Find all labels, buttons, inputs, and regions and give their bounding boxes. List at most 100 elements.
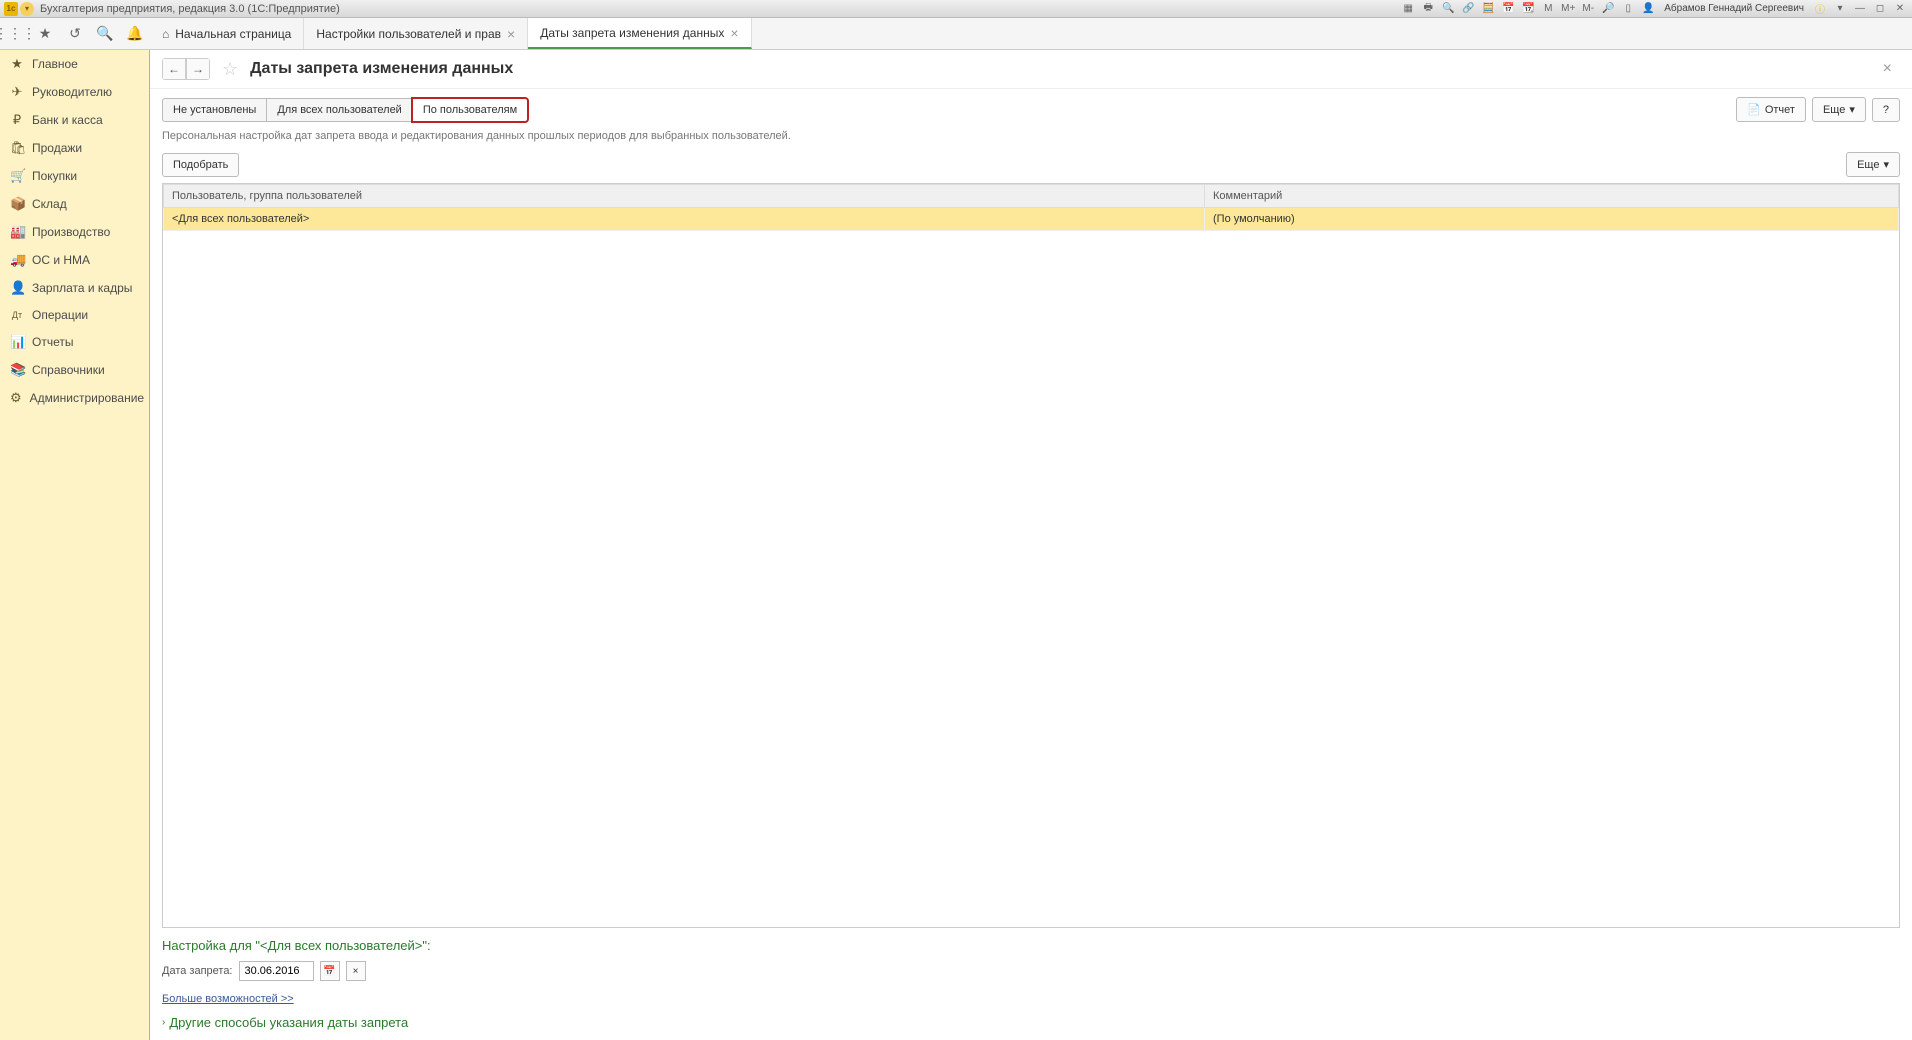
expand-other-methods[interactable]: › Другие способы указания даты запрета	[162, 1015, 1900, 1030]
back-button[interactable]: ←	[162, 58, 186, 80]
sidebar-item-purchases[interactable]: 🛒Покупки	[0, 162, 149, 190]
more-options-link[interactable]: Больше возможностей >>	[162, 993, 294, 1005]
apps-grid-icon[interactable]: ⋮⋮⋮	[0, 18, 30, 49]
more-label: Еще	[1857, 159, 1879, 171]
date-row: Дата запрета: 📅 ×	[162, 961, 1900, 981]
sidebar-item-references[interactable]: 📚Справочники	[0, 356, 149, 384]
tab-bar: ⌂ Начальная страница Настройки пользоват…	[150, 18, 1912, 49]
content-area: ← → ☆ Даты запрета изменения данных × Не…	[150, 50, 1912, 1040]
main-toolbar: ⋮⋮⋮ ★ ↺ 🔍 🔔 ⌂ Начальная страница Настрой…	[0, 18, 1912, 50]
sidebar-label: Отчеты	[32, 335, 73, 349]
titlebar: 1c ▾ Бухгалтерия предприятия, редакция 3…	[0, 0, 1912, 18]
col-header-comment[interactable]: Комментарий	[1205, 185, 1899, 208]
sidebar-item-production[interactable]: 🏭Производство	[0, 218, 149, 246]
sidebar-label: ОС и НМА	[32, 253, 90, 267]
notifications-icon[interactable]: 🔔	[120, 18, 150, 49]
sidebar-item-reports[interactable]: 📊Отчеты	[0, 328, 149, 356]
grid-icon[interactable]: ▦	[1400, 2, 1416, 16]
forward-button[interactable]: →	[186, 58, 210, 80]
sidebar-item-operations[interactable]: ДтОперации	[0, 302, 149, 328]
tab-label: Даты запрета изменения данных	[540, 26, 724, 40]
calendar2-icon[interactable]: 📆	[1520, 2, 1536, 16]
sidebar-item-assets[interactable]: 🚚 ОС и НМА	[0, 246, 149, 274]
sidebar-item-manager[interactable]: ✈ Руководителю	[0, 78, 149, 106]
book-icon: 📚	[10, 362, 24, 378]
sidebar-item-salary[interactable]: 👤Зарплата и кадры	[0, 274, 149, 302]
tab-dates-lock[interactable]: Даты запрета изменения данных ×	[528, 18, 751, 49]
person-icon: 👤	[10, 280, 24, 296]
ruble-icon: ₽	[10, 112, 24, 128]
tab-close-icon[interactable]: ×	[507, 26, 515, 42]
sidebar-label: Склад	[32, 197, 67, 211]
star-icon: ★	[10, 56, 24, 72]
sidebar-label: Операции	[32, 308, 88, 322]
link-icon[interactable]: 🔗	[1460, 2, 1476, 16]
tab-label: Настройки пользователей и прав	[316, 27, 501, 41]
sidebar-label: Руководителю	[32, 85, 112, 99]
chevron-down-icon: ▾	[1883, 158, 1889, 171]
mode-button-group: Не установлены Для всех пользователей По…	[162, 98, 528, 122]
sidebar-item-warehouse[interactable]: 📦Склад	[0, 190, 149, 218]
col-header-user[interactable]: Пользователь, группа пользователей	[164, 185, 1205, 208]
sidebar-label: Администрирование	[30, 391, 144, 405]
plane-icon: ✈	[10, 84, 24, 100]
expand-label: Другие способы указания даты запрета	[169, 1015, 408, 1030]
close-page-icon[interactable]: ×	[1875, 60, 1900, 78]
app-title: Бухгалтерия предприятия, редакция 3.0 (1…	[40, 3, 1400, 15]
panel-icon[interactable]: ▯	[1620, 2, 1636, 16]
favorite-toggle-icon[interactable]: ☆	[218, 59, 242, 80]
tab-home[interactable]: ⌂ Начальная страница	[150, 18, 304, 49]
chevron-right-icon: ›	[162, 1017, 165, 1028]
user-icon: 👤	[1640, 2, 1656, 16]
truck-icon: 🚚	[10, 252, 24, 268]
sidebar-label: Главное	[32, 57, 78, 71]
page-title: Даты запрета изменения данных	[250, 60, 1867, 78]
search-icon[interactable]: 🔍	[90, 18, 120, 49]
mode-not-set[interactable]: Не установлены	[162, 98, 267, 122]
mode-by-users[interactable]: По пользователям	[412, 98, 528, 122]
calc-icon[interactable]: 🧮	[1480, 2, 1496, 16]
date-input[interactable]	[239, 961, 314, 981]
mode-all-users[interactable]: Для всех пользователей	[266, 98, 413, 122]
sidebar-item-sales[interactable]: 🛍Продажи	[0, 134, 149, 162]
tab-close-icon[interactable]: ×	[730, 25, 738, 41]
report-icon: 📄	[1747, 103, 1761, 116]
info-icon[interactable]: ⓘ	[1812, 2, 1828, 16]
history-icon[interactable]: ↺	[60, 18, 90, 49]
close-window-icon[interactable]: ✕	[1892, 2, 1908, 16]
cell-user: <Для всех пользователей>	[164, 208, 1205, 231]
calendar-picker-icon[interactable]: 📅	[320, 961, 340, 981]
cart-icon: 🛒	[10, 168, 24, 184]
sidebar-item-bank[interactable]: ₽Банк и касса	[0, 106, 149, 134]
mem-m-icon[interactable]: M	[1540, 2, 1556, 16]
report-button[interactable]: 📄 Отчет	[1736, 97, 1806, 122]
sidebar-item-admin[interactable]: ⚙Администрирование	[0, 384, 149, 412]
select-users-button[interactable]: Подобрать	[162, 153, 239, 177]
mode-row: Не установлены Для всех пользователей По…	[150, 89, 1912, 130]
mem-mminus-icon[interactable]: M-	[1580, 2, 1596, 16]
more-button[interactable]: Еще▾	[1812, 97, 1866, 122]
sidebar-label: Производство	[32, 225, 110, 239]
report-label: Отчет	[1765, 104, 1795, 116]
user-name[interactable]: Абрамов Геннадий Сергеевич	[1664, 3, 1804, 14]
dropdown-icon[interactable]: ▾	[1832, 2, 1848, 16]
minimize-icon[interactable]: —	[1852, 2, 1868, 16]
print-icon[interactable]: 🖶	[1420, 2, 1436, 16]
clear-date-icon[interactable]: ×	[346, 961, 366, 981]
tab-users-settings[interactable]: Настройки пользователей и прав ×	[304, 18, 528, 49]
mem-mplus-icon[interactable]: M+	[1560, 2, 1576, 16]
favorites-icon[interactable]: ★	[30, 18, 60, 49]
help-button[interactable]: ?	[1872, 98, 1900, 122]
cell-comment: (По умолчанию)	[1205, 208, 1899, 231]
app-menu-dropdown-icon[interactable]: ▾	[20, 2, 34, 16]
table-row[interactable]: <Для всех пользователей> (По умолчанию)	[164, 208, 1899, 231]
users-table-wrap: Пользователь, группа пользователей Комме…	[162, 183, 1900, 928]
sidebar-item-main[interactable]: ★ Главное	[0, 50, 149, 78]
search-small-icon[interactable]: 🔍	[1440, 2, 1456, 16]
chevron-down-icon: ▾	[1849, 103, 1855, 116]
maximize-icon[interactable]: ◻	[1872, 2, 1888, 16]
table-more-button[interactable]: Еще ▾	[1846, 152, 1900, 177]
setting-title: Настройка для "<Для всех пользователей>"…	[162, 938, 1900, 953]
zoom-icon[interactable]: 🔎	[1600, 2, 1616, 16]
calendar-icon[interactable]: 📅	[1500, 2, 1516, 16]
